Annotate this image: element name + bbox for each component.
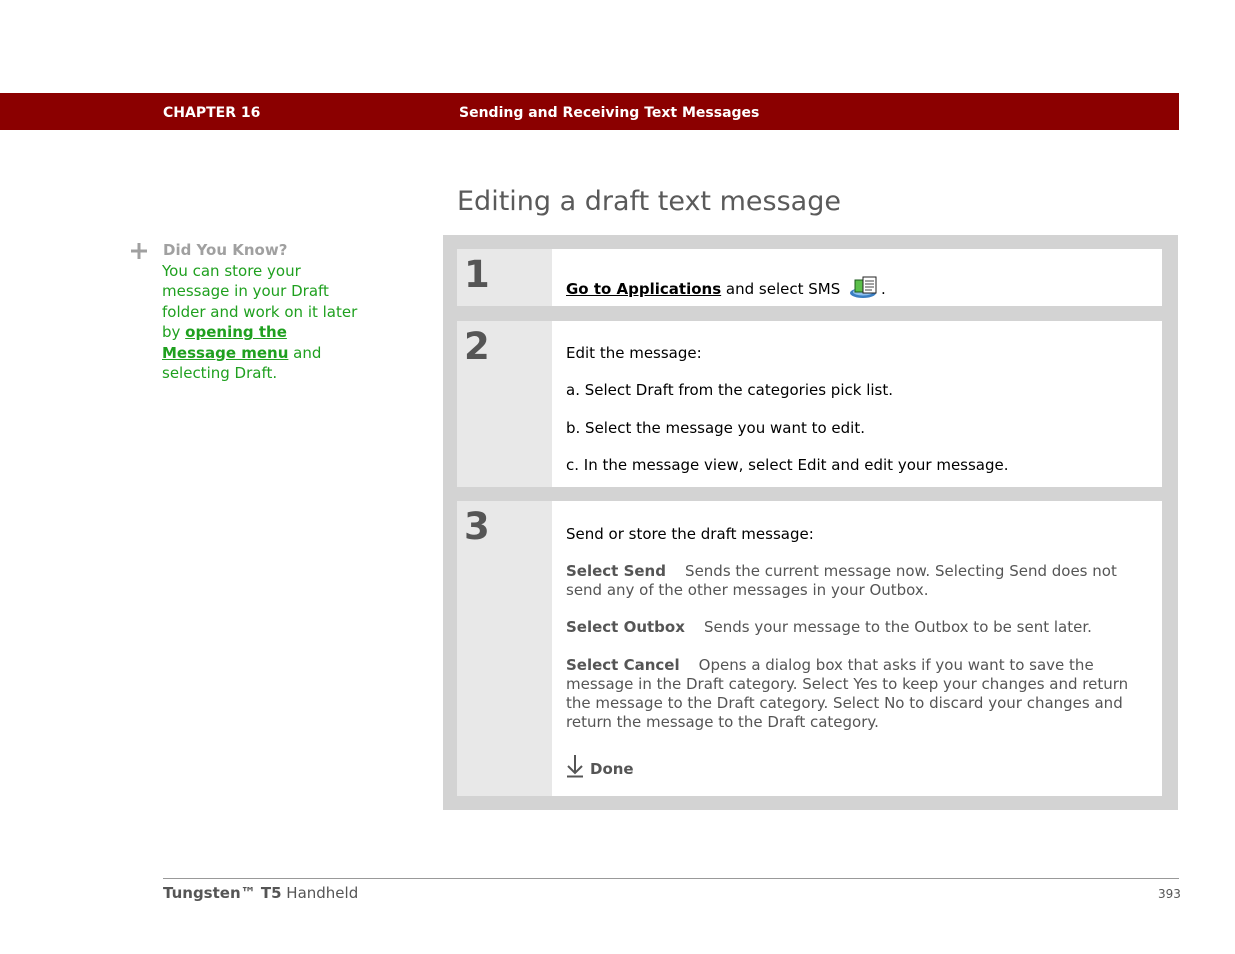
step-number: 2: [464, 325, 490, 368]
option-desc: Sends your message to the Outbox to be s…: [703, 618, 1092, 636]
step-2: 2 Edit the message: a. Select Draft from…: [457, 321, 1162, 487]
footer-brand: Tungsten™ T5: [163, 884, 282, 902]
chapter-label: CHAPTER 16: [163, 105, 261, 121]
footer-product-name: Tungsten™ T5 Handheld: [163, 884, 358, 902]
option-term: Select Send: [566, 562, 666, 580]
footer-product: Handheld: [281, 884, 359, 902]
option-term: Select Outbox: [566, 618, 685, 636]
sms-app-icon: [850, 276, 877, 298]
footer-divider: [163, 878, 1179, 879]
option-send: Select Send Sends the current message no…: [566, 562, 1151, 600]
option-cancel: Select Cancel Opens a dialog box that as…: [566, 656, 1151, 732]
plus-icon: [131, 243, 147, 259]
page-number: 393: [1158, 887, 1181, 901]
step-content: Send or store the draft message: Select …: [552, 501, 1162, 796]
step-2-item-b: b. Select the message you want to edit.: [566, 419, 866, 437]
chapter-title: Sending and Receiving Text Messages: [459, 105, 760, 121]
step-2-intro: Edit the message:: [566, 344, 702, 362]
go-to-applications-link[interactable]: Go to Applications: [566, 280, 721, 298]
step-2-item-a: a. Select Draft from the categories pick…: [566, 381, 893, 399]
step-content: Edit the message: a. Select Draft from t…: [552, 321, 1162, 487]
did-you-know-tip: Did You Know? You can store your message…: [130, 240, 370, 384]
done-indicator: Done: [566, 754, 634, 783]
section-title: Editing a draft text message: [457, 186, 841, 217]
tip-heading: Did You Know?: [163, 241, 288, 259]
step-1: 1 Go to Applications and select SMS .: [457, 249, 1162, 306]
step-1-instruction: and select SMS: [721, 280, 846, 298]
step-content: Go to Applications and select SMS .: [552, 249, 1162, 306]
option-outbox: Select Outbox Sends your message to the …: [566, 618, 1151, 637]
option-term: Select Cancel: [566, 656, 680, 674]
tip-body: You can store your message in your Draft…: [162, 261, 362, 384]
done-arrow-icon: [567, 755, 583, 778]
steps-panel: 1 Go to Applications and select SMS . 2 …: [443, 235, 1178, 810]
step-3: 3 Send or store the draft message: Selec…: [457, 501, 1162, 796]
step-3-intro: Send or store the draft message:: [566, 525, 814, 543]
done-label: Done: [590, 760, 634, 778]
step-1-period: .: [881, 280, 886, 298]
step-number: 1: [464, 253, 490, 296]
step-1-text: Go to Applications and select SMS .: [566, 276, 886, 300]
step-2-item-c: c. In the message view, select Edit and …: [566, 456, 1009, 474]
step-number: 3: [464, 505, 490, 548]
